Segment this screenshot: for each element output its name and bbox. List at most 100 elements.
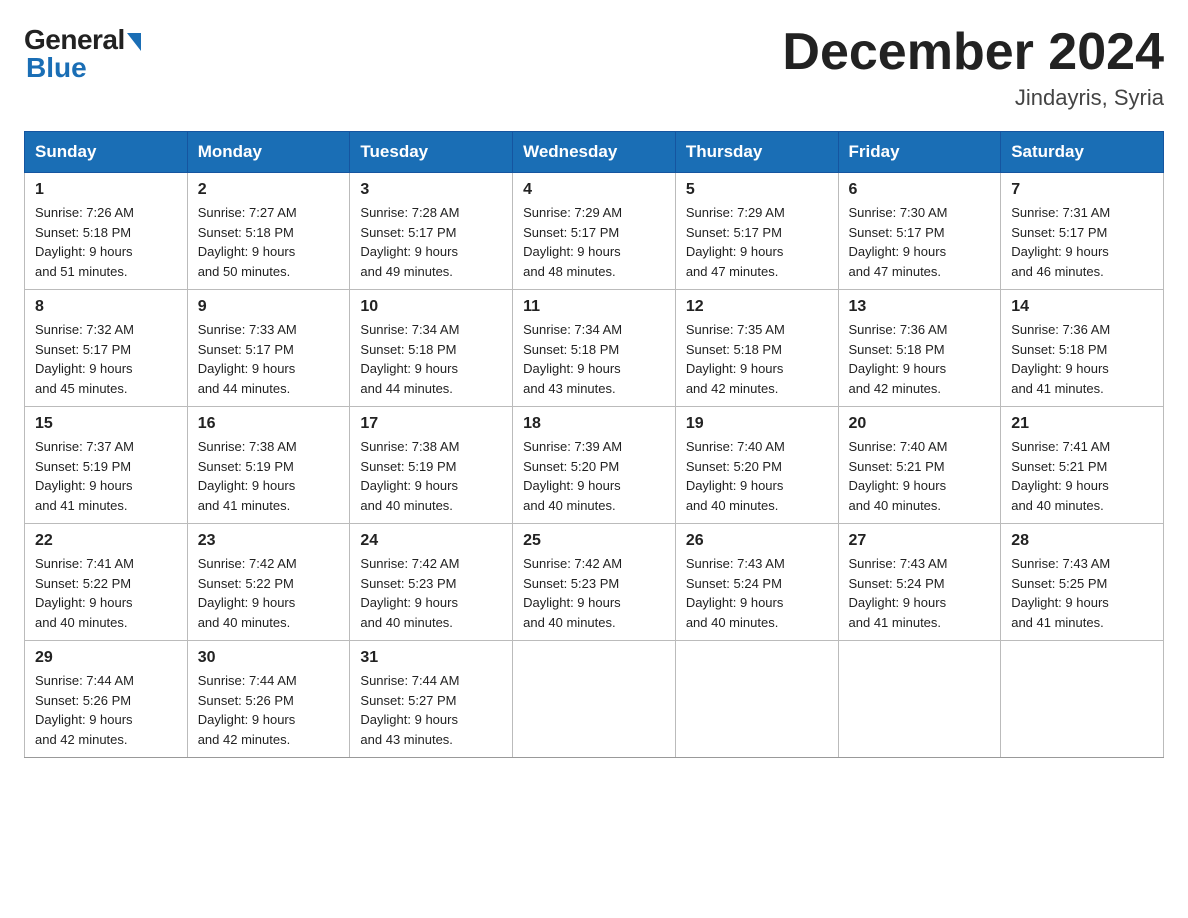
- day-info: Sunrise: 7:32 AMSunset: 5:17 PMDaylight:…: [35, 320, 177, 398]
- calendar-cell: 23 Sunrise: 7:42 AMSunset: 5:22 PMDayligh…: [187, 524, 350, 641]
- calendar-cell: 27 Sunrise: 7:43 AMSunset: 5:24 PMDayligh…: [838, 524, 1001, 641]
- day-info: Sunrise: 7:44 AMSunset: 5:26 PMDaylight:…: [35, 671, 177, 749]
- calendar-header-row: SundayMondayTuesdayWednesdayThursdayFrid…: [25, 132, 1164, 173]
- day-info: Sunrise: 7:34 AMSunset: 5:18 PMDaylight:…: [523, 320, 665, 398]
- calendar-cell: 21Sunrise: 7:41 AMSunset: 5:21 PMDayligh…: [1001, 407, 1164, 524]
- calendar-cell: 26Sunrise: 7:43 AMSunset: 5:24 PMDayligh…: [675, 524, 838, 641]
- day-number: 6: [849, 181, 991, 199]
- day-info: Sunrise: 7:43 AMSunset: 5:25 PMDaylight:…: [1011, 554, 1153, 632]
- day-number: 19: [686, 415, 828, 433]
- page-header: General Blue December 2024 Jindayris, Sy…: [24, 24, 1164, 111]
- logo: General Blue: [24, 24, 141, 84]
- day-info: Sunrise: 7:33 AMSunset: 5:17 PMDaylight:…: [198, 320, 340, 398]
- calendar-cell: 25 Sunrise: 7:42 AMSunset: 5:23 PMDayligh…: [513, 524, 676, 641]
- day-number: 4: [523, 181, 665, 199]
- day-number: 28: [1011, 532, 1153, 550]
- day-info: Sunrise: 7:30 AMSunset: 5:17 PMDaylight:…: [849, 203, 991, 281]
- calendar-cell: 5 Sunrise: 7:29 AMSunset: 5:17 PMDaylight…: [675, 173, 838, 290]
- header-tuesday: Tuesday: [350, 132, 513, 173]
- calendar-cell: 3 Sunrise: 7:28 AMSunset: 5:17 PMDaylight…: [350, 173, 513, 290]
- calendar-cell: [1001, 641, 1164, 758]
- day-info: Sunrise: 7:43 AMSunset: 5:24 PMDaylight:…: [849, 554, 991, 632]
- day-info: Sunrise: 7:36 AMSunset: 5:18 PMDaylight:…: [1011, 320, 1153, 398]
- month-title: December 2024: [782, 24, 1164, 81]
- day-number: 24: [360, 532, 502, 550]
- day-number: 18: [523, 415, 665, 433]
- day-info: Sunrise: 7:43 AMSunset: 5:24 PMDaylight:…: [686, 554, 828, 632]
- day-info: Sunrise: 7:41 AMSunset: 5:22 PMDaylight:…: [35, 554, 177, 632]
- header-wednesday: Wednesday: [513, 132, 676, 173]
- day-number: 22: [35, 532, 177, 550]
- day-info: Sunrise: 7:39 AMSunset: 5:20 PMDaylight:…: [523, 437, 665, 515]
- day-info: Sunrise: 7:40 AMSunset: 5:21 PMDaylight:…: [849, 437, 991, 515]
- calendar-table: SundayMondayTuesdayWednesdayThursdayFrid…: [24, 131, 1164, 758]
- calendar-cell: 18 Sunrise: 7:39 AMSunset: 5:20 PMDayligh…: [513, 407, 676, 524]
- day-number: 14: [1011, 298, 1153, 316]
- day-info: Sunrise: 7:42 AMSunset: 5:23 PMDaylight:…: [523, 554, 665, 632]
- header-saturday: Saturday: [1001, 132, 1164, 173]
- calendar-cell: 20 Sunrise: 7:40 AMSunset: 5:21 PMDayligh…: [838, 407, 1001, 524]
- day-number: 2: [198, 181, 340, 199]
- day-number: 20: [849, 415, 991, 433]
- calendar-cell: 22 Sunrise: 7:41 AMSunset: 5:22 PMDayligh…: [25, 524, 188, 641]
- day-info: Sunrise: 7:41 AMSunset: 5:21 PMDaylight:…: [1011, 437, 1153, 515]
- day-number: 1: [35, 181, 177, 199]
- day-info: Sunrise: 7:44 AMSunset: 5:27 PMDaylight:…: [360, 671, 502, 749]
- title-section: December 2024 Jindayris, Syria: [782, 24, 1164, 111]
- day-info: Sunrise: 7:38 AMSunset: 5:19 PMDaylight:…: [360, 437, 502, 515]
- day-number: 25: [523, 532, 665, 550]
- header-sunday: Sunday: [25, 132, 188, 173]
- day-info: Sunrise: 7:38 AMSunset: 5:19 PMDaylight:…: [198, 437, 340, 515]
- day-number: 11: [523, 298, 665, 316]
- calendar-week-2: 8 Sunrise: 7:32 AMSunset: 5:17 PMDaylight…: [25, 290, 1164, 407]
- day-number: 12: [686, 298, 828, 316]
- calendar-cell: 10 Sunrise: 7:34 AMSunset: 5:18 PMDayligh…: [350, 290, 513, 407]
- day-info: Sunrise: 7:42 AMSunset: 5:22 PMDaylight:…: [198, 554, 340, 632]
- day-number: 31: [360, 649, 502, 667]
- calendar-cell: 6 Sunrise: 7:30 AMSunset: 5:17 PMDaylight…: [838, 173, 1001, 290]
- day-info: Sunrise: 7:28 AMSunset: 5:17 PMDaylight:…: [360, 203, 502, 281]
- calendar-cell: [513, 641, 676, 758]
- day-info: Sunrise: 7:34 AMSunset: 5:18 PMDaylight:…: [360, 320, 502, 398]
- calendar-cell: 8 Sunrise: 7:32 AMSunset: 5:17 PMDaylight…: [25, 290, 188, 407]
- calendar-cell: 1 Sunrise: 7:26 AMSunset: 5:18 PMDaylight…: [25, 173, 188, 290]
- day-info: Sunrise: 7:40 AMSunset: 5:20 PMDaylight:…: [686, 437, 828, 515]
- day-number: 3: [360, 181, 502, 199]
- logo-triangle-icon: [127, 33, 141, 51]
- header-thursday: Thursday: [675, 132, 838, 173]
- day-info: Sunrise: 7:29 AMSunset: 5:17 PMDaylight:…: [686, 203, 828, 281]
- logo-blue-text: Blue: [26, 52, 87, 84]
- calendar-week-1: 1 Sunrise: 7:26 AMSunset: 5:18 PMDaylight…: [25, 173, 1164, 290]
- day-number: 9: [198, 298, 340, 316]
- calendar-cell: 7Sunrise: 7:31 AMSunset: 5:17 PMDaylight…: [1001, 173, 1164, 290]
- calendar-cell: 4 Sunrise: 7:29 AMSunset: 5:17 PMDaylight…: [513, 173, 676, 290]
- day-info: Sunrise: 7:29 AMSunset: 5:17 PMDaylight:…: [523, 203, 665, 281]
- calendar-cell: 29 Sunrise: 7:44 AMSunset: 5:26 PMDayligh…: [25, 641, 188, 758]
- calendar-cell: 15 Sunrise: 7:37 AMSunset: 5:19 PMDayligh…: [25, 407, 188, 524]
- day-info: Sunrise: 7:37 AMSunset: 5:19 PMDaylight:…: [35, 437, 177, 515]
- day-info: Sunrise: 7:26 AMSunset: 5:18 PMDaylight:…: [35, 203, 177, 281]
- calendar-cell: 24 Sunrise: 7:42 AMSunset: 5:23 PMDayligh…: [350, 524, 513, 641]
- day-info: Sunrise: 7:42 AMSunset: 5:23 PMDaylight:…: [360, 554, 502, 632]
- day-number: 23: [198, 532, 340, 550]
- calendar-week-4: 22 Sunrise: 7:41 AMSunset: 5:22 PMDayligh…: [25, 524, 1164, 641]
- calendar-cell: 9 Sunrise: 7:33 AMSunset: 5:17 PMDaylight…: [187, 290, 350, 407]
- calendar-cell: 12Sunrise: 7:35 AMSunset: 5:18 PMDayligh…: [675, 290, 838, 407]
- day-number: 5: [686, 181, 828, 199]
- calendar-cell: 30Sunrise: 7:44 AMSunset: 5:26 PMDayligh…: [187, 641, 350, 758]
- day-number: 15: [35, 415, 177, 433]
- day-number: 13: [849, 298, 991, 316]
- calendar-week-3: 15 Sunrise: 7:37 AMSunset: 5:19 PMDayligh…: [25, 407, 1164, 524]
- day-info: Sunrise: 7:27 AMSunset: 5:18 PMDaylight:…: [198, 203, 340, 281]
- day-number: 27: [849, 532, 991, 550]
- calendar-cell: 11 Sunrise: 7:34 AMSunset: 5:18 PMDayligh…: [513, 290, 676, 407]
- calendar-cell: 2 Sunrise: 7:27 AMSunset: 5:18 PMDaylight…: [187, 173, 350, 290]
- day-number: 29: [35, 649, 177, 667]
- calendar-cell: [675, 641, 838, 758]
- day-info: Sunrise: 7:31 AMSunset: 5:17 PMDaylight:…: [1011, 203, 1153, 281]
- calendar-cell: 17Sunrise: 7:38 AMSunset: 5:19 PMDayligh…: [350, 407, 513, 524]
- header-monday: Monday: [187, 132, 350, 173]
- calendar-cell: 31 Sunrise: 7:44 AMSunset: 5:27 PMDayligh…: [350, 641, 513, 758]
- day-number: 10: [360, 298, 502, 316]
- day-number: 8: [35, 298, 177, 316]
